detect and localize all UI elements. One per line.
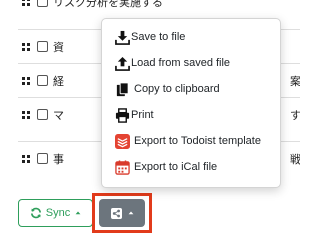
sync-button[interactable]: Sync [18, 199, 93, 227]
caret-up-icon [75, 211, 81, 215]
caret-up-icon [128, 211, 133, 215]
task-checkbox[interactable] [37, 109, 48, 120]
upload-icon [115, 56, 130, 71]
task-checkbox[interactable] [37, 75, 48, 86]
menu-item-print[interactable]: Print [102, 102, 282, 128]
download-icon [115, 30, 130, 45]
task-text: リスク分析を実施する [53, 0, 163, 9]
task-checkbox[interactable] [37, 153, 48, 164]
share-export-button[interactable] [99, 199, 145, 227]
task-text: 経 [53, 74, 64, 88]
menu-item-save-to-file[interactable]: Save to file [102, 24, 282, 50]
menu-item-label: Export to Todoist template [134, 135, 261, 147]
share-icon [110, 207, 122, 219]
menu-item-label: Export to iCal file [134, 161, 218, 173]
task-checkbox[interactable] [37, 0, 48, 7]
menu-item-copy-to-clipboard[interactable]: Copy to clipboard [102, 76, 282, 102]
task-text-overflow: す [290, 108, 300, 122]
calendar-icon [115, 159, 130, 175]
task-row[interactable]: リスク分析を実施する [18, 0, 300, 18]
task-text-overflow: 戦 [290, 152, 300, 166]
menu-item-label: Print [131, 109, 154, 121]
task-text: 事 [53, 152, 64, 166]
menu-item-export-ical[interactable]: Export to iCal file [102, 154, 282, 180]
sync-icon [30, 207, 41, 219]
task-checkbox[interactable] [37, 41, 48, 52]
drag-handle-icon[interactable] [22, 76, 32, 86]
drag-handle-icon[interactable] [22, 0, 32, 7]
drag-handle-icon[interactable] [22, 42, 32, 52]
task-text: マ [53, 108, 64, 122]
drag-handle-icon[interactable] [22, 110, 32, 120]
menu-item-label: Save to file [131, 31, 186, 43]
task-text: 資 [53, 40, 64, 54]
sync-label: Sync [45, 207, 71, 219]
clipboard-icon [116, 81, 129, 96]
export-dropdown-menu: Save to file Load from saved file Copy t… [101, 18, 281, 188]
menu-item-label: Copy to clipboard [134, 83, 220, 95]
menu-item-label: Load from saved file [131, 57, 231, 69]
task-text-overflow: 案く [290, 74, 300, 88]
printer-icon [115, 107, 130, 123]
menu-item-load-from-saved-file[interactable]: Load from saved file [102, 50, 282, 76]
drag-handle-icon[interactable] [22, 154, 32, 164]
menu-item-export-todoist[interactable]: Export to Todoist template [102, 128, 282, 154]
todoist-icon [115, 133, 130, 149]
